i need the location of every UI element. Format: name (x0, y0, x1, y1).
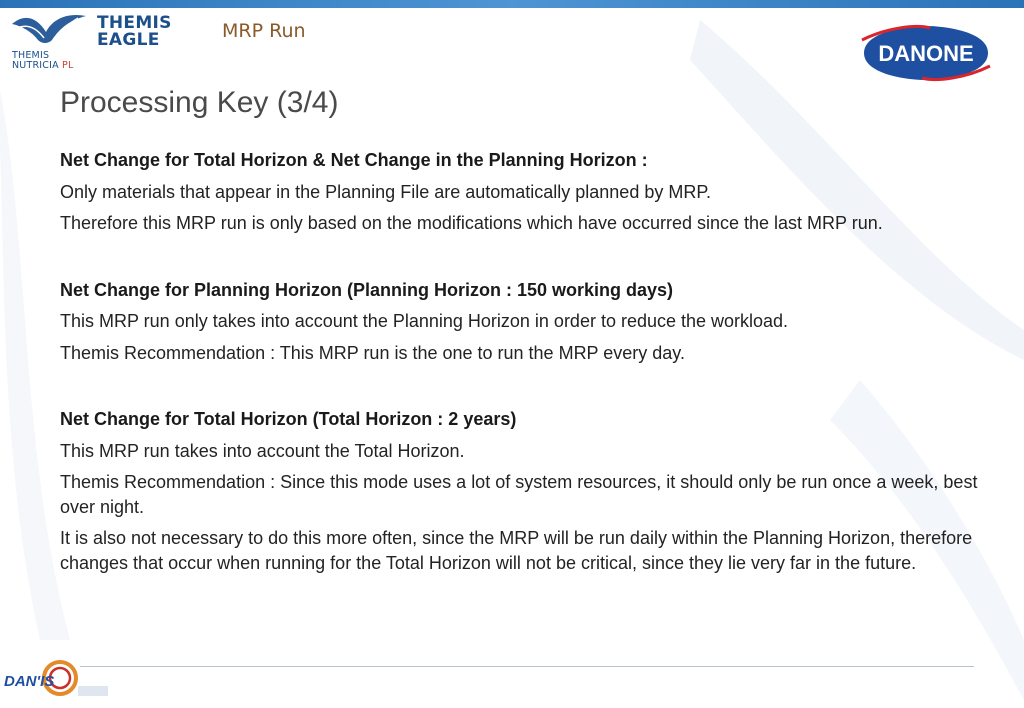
section-heading: Net Change for Total Horizon (Total Hori… (60, 409, 517, 429)
section-net-change-total-and-planning: Net Change for Total Horizon & Net Chang… (60, 148, 980, 236)
danis-footer-logo: DAN'IS (4, 660, 108, 696)
danis-logo-text: DAN'IS (4, 673, 54, 690)
section-paragraph: This MRP run takes into account the Tota… (60, 440, 465, 461)
eagle-icon (12, 14, 86, 43)
section-paragraph: Only materials that appear in the Planni… (60, 181, 712, 202)
themis-eagle-wordmark: THEMIS EAGLE (97, 14, 179, 54)
section-paragraph: Themis Recommendation : This MRP run is … (60, 342, 685, 363)
slide-header-topic: MRP Run (222, 20, 306, 42)
section-net-change-planning-horizon: Net Change for Planning Horizon (Plannin… (60, 278, 980, 366)
logo-subtitle-line2: NUTRICIA PL (12, 60, 74, 71)
section-heading: Net Change for Planning Horizon (Plannin… (60, 279, 674, 300)
danone-logo-text: DANONE (878, 41, 973, 66)
page-title: Processing Key (3/4) (60, 86, 339, 119)
themis-nutricia-logo: THEMIS NUTRICIA PL (8, 10, 90, 72)
section-paragraph: Themis Recommendation : Since this mode … (60, 472, 978, 517)
wordmark-line2: EAGLE (97, 30, 160, 50)
footer-divider (80, 666, 974, 667)
section-net-change-total-horizon: Net Change for Total Horizon (Total Hori… (60, 407, 980, 575)
danone-logo: DANONE (861, 25, 991, 81)
slide-body: Net Change for Total Horizon & Net Chang… (60, 148, 980, 582)
section-paragraph: This MRP run only takes into account the… (60, 311, 789, 331)
section-paragraph: It is also not necessary to do this more… (60, 528, 973, 573)
top-accent-strip (0, 0, 1024, 8)
section-paragraph: Therefore this MRP run is only based on … (60, 213, 883, 233)
section-heading: Net Change for Total Horizon & Net Chang… (60, 150, 648, 170)
